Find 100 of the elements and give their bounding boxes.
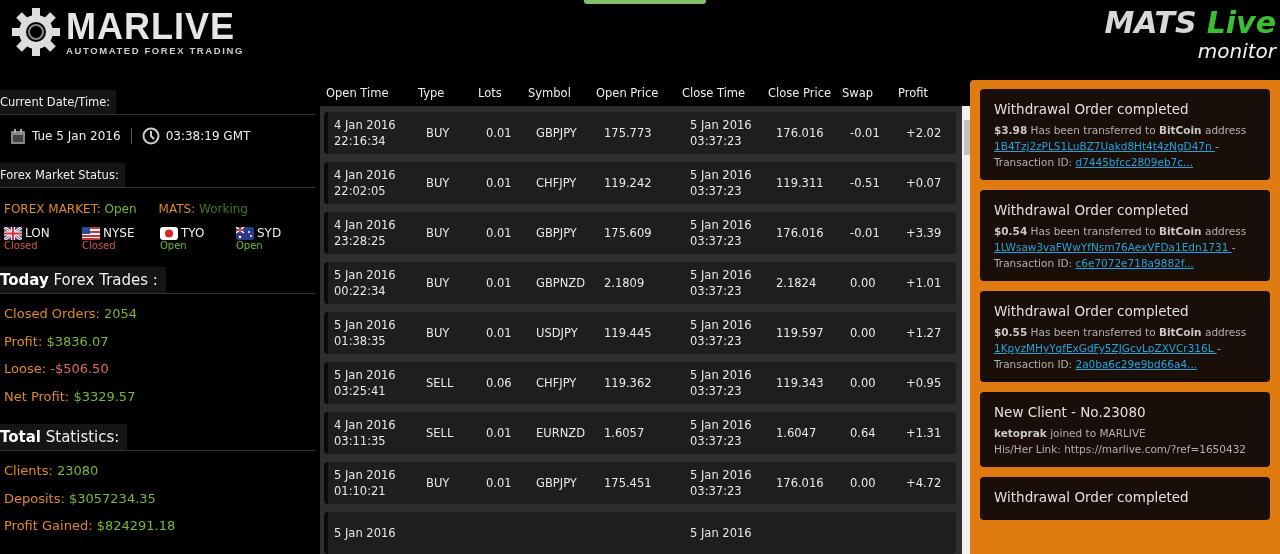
table-cell-text: 5 Jan 2016 03:37:23 xyxy=(690,417,753,449)
table-cell-text: 119.362 xyxy=(604,375,653,391)
table-cell-text: SELL xyxy=(426,375,455,391)
trade-row[interactable]: 4 Jan 2016 03:11:35 SELL 0.01 EURNZD 1.6057 5 Jan 2016 03:37:23 1.6047 0.64 +1.31 xyxy=(324,412,956,454)
column-header[interactable]: Open Price xyxy=(596,86,682,100)
transaction-link[interactable]: c6e7072e718a9882f... xyxy=(1075,257,1194,269)
stat-label: Net Profit: xyxy=(4,388,70,404)
status-label: MATS: xyxy=(158,202,196,216)
status-value: Working xyxy=(198,202,248,216)
column-header[interactable]: Close Price xyxy=(768,86,842,100)
exchange-code: LON xyxy=(25,226,50,240)
logo-wordmark: MARLIVE xyxy=(66,8,236,45)
table-cell-text: 5 Jan 2016 01:10:21 xyxy=(334,467,397,499)
table-cell-text: +0.95 xyxy=(906,375,943,391)
trade-row[interactable]: 4 Jan 2016 22:02:05 BUY 0.01 CHFJPY 119.242 5 Jan 2016 03:37:23 119.311 -0.51 +0.07 xyxy=(324,162,956,204)
table-cell-text: 0.64 xyxy=(850,425,877,441)
address-link[interactable]: 1B4Tzj2zPLS1LuBZ7Uakd8Ht4t4zNgD47n xyxy=(994,140,1216,152)
stat-value: 2054 xyxy=(103,306,138,321)
table-cell-text: 0.00 xyxy=(850,275,877,291)
table-cell-text: +1.01 xyxy=(906,275,943,291)
us-flag-icon xyxy=(82,226,100,240)
exchange-status: Open xyxy=(160,240,188,251)
address-link[interactable]: 1LWsaw3vaFWwYfNsm76AexVFDa1Edn1731 xyxy=(994,241,1232,253)
table-cell-text: BUY xyxy=(426,325,451,341)
transaction-link[interactable]: 2a0ba6c29e9bd66a4... xyxy=(1075,358,1198,370)
section-heading: Today Forex Trades : xyxy=(0,267,166,293)
card-title: Withdrawal Order completed xyxy=(994,101,1190,117)
table-cell-text: 5 Jan 2016 xyxy=(334,525,397,541)
table-cell-text: CHFJPY xyxy=(536,175,578,191)
table-cell-text: GBPJPY xyxy=(536,475,578,491)
column-header[interactable]: Type xyxy=(418,86,478,100)
table-cell-text: 4 Jan 2016 23:28:25 xyxy=(334,217,397,249)
card-text: $3.98 Has been transferred to BitCoin address 1B4Tzj2zPLS1LuBZ7Uakd8Ht4t4zNgD47n - Transaction ID: d7445bfcc2809eb7c... xyxy=(994,123,1248,170)
table-cell-text: 5 Jan 2016 03:37:23 xyxy=(690,467,753,499)
table-cell-text: 119.597 xyxy=(776,325,825,341)
table-cell-text: 0.01 xyxy=(486,225,513,241)
address-link[interactable]: 1KpyzMHyYqfExGdFy5ZJGcvLpZXVCr316L xyxy=(994,342,1217,354)
exchange-code: SYD xyxy=(257,226,282,240)
clock-icon xyxy=(141,127,160,145)
japan-flag-icon xyxy=(160,226,178,240)
table-cell-text: +4.72 xyxy=(906,475,943,491)
column-header[interactable]: Swap xyxy=(842,86,898,100)
table-cell-text: 1.6057 xyxy=(604,425,646,441)
trade-row[interactable]: 4 Jan 2016 23:28:25 BUY 0.01 GBPJPY 175.609 5 Jan 2016 03:37:23 176.016 -0.01 +3.39 xyxy=(324,212,956,254)
column-header[interactable]: Profit xyxy=(898,86,948,100)
column-header[interactable]: Close Time xyxy=(682,86,768,100)
trade-row[interactable]: 5 Jan 2016 00:22:34 BUY 0.01 GBPNZD 2.1809 5 Jan 2016 03:37:23 2.1824 0.00 +1.01 xyxy=(324,262,956,304)
table-cell-text: 119.343 xyxy=(776,375,825,391)
top-tab[interactable] xyxy=(584,0,706,4)
table-cell-text: -0.51 xyxy=(850,175,881,191)
table-cell-text: USDJPY xyxy=(536,325,579,341)
column-header[interactable]: Open Time xyxy=(326,86,418,100)
table-cell-text: 119.445 xyxy=(604,325,653,341)
card-text: $0.54 Has been transferred to BitCoin address 1LWsaw3vaFWwYfNsm76AexVFDa1Edn1731 - Transaction ID: c6e7072e718a9882f... xyxy=(994,224,1248,271)
table-cell-text: 0.01 xyxy=(486,425,513,441)
table-cell-text: 0.00 xyxy=(850,325,877,341)
card-text: $0.55 Has been transferred to BitCoin address 1KpyzMHyYqfExGdFy5ZJGcvLpZXVCr316L - Transaction ID: 2a0ba6c29e9bd66a4... xyxy=(994,325,1248,372)
stat-label: Deposits: xyxy=(4,490,65,506)
table-cell-text: 0.01 xyxy=(486,475,513,491)
table-cell-text: BUY xyxy=(426,125,451,141)
table-cell-text: 4 Jan 2016 22:16:34 xyxy=(334,117,397,149)
table-cell-text: 119.311 xyxy=(776,175,825,191)
logo-word: MATS xyxy=(1104,6,1197,40)
table-cell-text: 4 Jan 2016 03:11:35 xyxy=(334,417,397,449)
table-cell-text: +2.02 xyxy=(906,125,943,141)
table-cell-text: 2.1809 xyxy=(604,275,646,291)
card-title: Withdrawal Order completed xyxy=(994,202,1190,218)
table-cell-text: 176.016 xyxy=(776,475,825,491)
table-cell-text: 0.06 xyxy=(486,375,513,391)
table-cell-text: +1.31 xyxy=(906,425,943,441)
table-cell-text: 175.609 xyxy=(604,225,653,241)
section-heading: Forex Market Status: xyxy=(0,163,125,187)
trade-row[interactable]: 5 Jan 2016 03:25:41 SELL 0.06 CHFJPY 119.362 5 Jan 2016 03:37:23 119.343 0.00 +0.95 xyxy=(324,362,956,404)
stat-value: $824291.18 xyxy=(95,518,176,533)
column-header[interactable]: Symbol xyxy=(528,86,596,100)
trade-row[interactable]: 5 Jan 2016 01:10:21 BUY 0.01 GBPJPY 175.451 5 Jan 2016 03:37:23 176.016 0.00 +4.72 xyxy=(324,462,956,504)
table-cell-text: SELL xyxy=(426,425,455,441)
status-value: Open xyxy=(103,202,137,216)
table-cell-text: GBPNZD xyxy=(536,275,587,291)
stat-label: Profit: xyxy=(4,333,43,349)
table-cell-text: 176.016 xyxy=(776,125,825,141)
table-cell-text: 5 Jan 2016 03:37:23 xyxy=(690,267,753,299)
transaction-link[interactable]: d7445bfcc2809eb7c... xyxy=(1075,156,1194,168)
trade-row[interactable]: 5 Jan 2016 5 Jan 2016 xyxy=(324,512,956,554)
exchange-code: NYSE xyxy=(103,226,135,240)
table-cell-text: 5 Jan 2016 00:22:34 xyxy=(334,267,397,299)
time-text: 03:38:19 GMT xyxy=(165,129,251,143)
column-header[interactable]: Lots xyxy=(478,86,528,100)
logo-subtitle: monitor xyxy=(1197,40,1276,62)
exchange-code: TYO xyxy=(181,226,205,240)
date-text: Tue 5 Jan 2016 xyxy=(32,129,121,143)
table-cell-text: +3.39 xyxy=(906,225,943,241)
trade-row[interactable]: 4 Jan 2016 22:16:34 BUY 0.01 GBPJPY 175.773 5 Jan 2016 03:37:23 176.016 -0.01 +2.02 xyxy=(324,112,956,154)
table-cell-text: EURNZD xyxy=(536,425,586,441)
table-cell-text: 5 Jan 2016 03:37:23 xyxy=(690,317,753,349)
card-text: ketoprak joined to MARLIVE xyxy=(994,426,1147,441)
table-cell-text: 0.01 xyxy=(486,325,513,341)
table-cell-text: 119.242 xyxy=(604,175,653,191)
trade-row[interactable]: 5 Jan 2016 01:38:35 BUY 0.01 USDJPY 119.445 5 Jan 2016 03:37:23 119.597 0.00 +1.27 xyxy=(324,312,956,354)
exchange-status: Closed xyxy=(82,240,117,251)
